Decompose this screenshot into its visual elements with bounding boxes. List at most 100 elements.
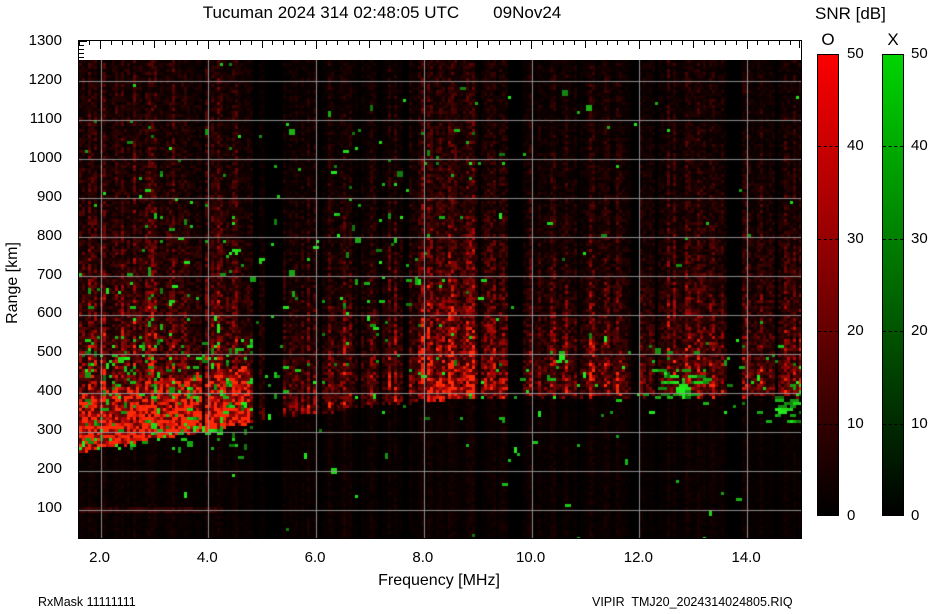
colorbar-tick-label: 10 xyxy=(847,414,864,432)
x-tick-label: 4.0 xyxy=(196,549,218,566)
x-axis-tick xyxy=(541,41,543,45)
colorbar-tick-label: 0 xyxy=(847,507,856,524)
colorbar-title: SNR [dB] xyxy=(815,4,886,23)
x-axis-tick xyxy=(347,41,349,45)
x-axis-tick xyxy=(617,41,619,45)
x-tick-label: 14.0 xyxy=(731,549,761,566)
plot-title: Tucuman 2024 314 02:48:05 UTC 09Nov24 xyxy=(0,3,764,23)
x-axis-tick xyxy=(369,41,371,48)
y-axis-tick xyxy=(79,48,84,50)
y-tick-label: 600 xyxy=(36,304,62,322)
x-axis-tick xyxy=(466,41,468,45)
y-tick-label: 1000 xyxy=(28,148,62,166)
x-axis-tick xyxy=(261,41,263,48)
colorbar-o-label: O xyxy=(821,30,835,49)
title-date: 09Nov24 xyxy=(493,3,562,22)
y-tick-label: 400 xyxy=(36,382,62,400)
colorbar-dash-tick xyxy=(883,331,903,333)
y-tick-label: 1100 xyxy=(29,109,62,127)
plot-frame xyxy=(78,40,802,539)
x-axis-tick xyxy=(681,41,683,45)
x-axis-tick xyxy=(671,41,673,45)
colorbar-dash-tick xyxy=(883,423,903,425)
x-axis-tick xyxy=(660,41,662,45)
x-axis-tick xyxy=(552,41,554,45)
y-tick-label: 1200 xyxy=(28,70,62,88)
x-axis-tick xyxy=(487,41,489,45)
y-tick-label: 300 xyxy=(36,421,62,439)
x-axis-tick xyxy=(563,41,565,45)
x-axis-tick xyxy=(423,41,425,49)
colorbar-tick-label: 40 xyxy=(911,137,928,155)
x-axis-tick xyxy=(649,41,651,45)
x-axis-tick xyxy=(401,41,403,45)
y-tick-label: 700 xyxy=(36,265,62,283)
x-tick-label: 12.0 xyxy=(623,549,653,566)
x-axis-tick xyxy=(391,41,392,45)
colorbar-dash-tick xyxy=(818,146,838,148)
y-tick-label: 100 xyxy=(36,499,62,516)
x-axis-tick xyxy=(380,41,382,45)
x-axis-tick xyxy=(197,41,199,45)
colorbar-dash-tick xyxy=(818,423,838,425)
x-axis-tick xyxy=(229,41,231,45)
x-axis-tick xyxy=(584,41,586,48)
x-axis-tick xyxy=(509,41,511,45)
x-axis-tick xyxy=(789,41,791,45)
x-axis-tick xyxy=(444,41,446,45)
x-axis-tick xyxy=(455,41,457,45)
x-axis-tick xyxy=(272,41,274,45)
x-axis-tick xyxy=(186,41,188,45)
y-axis-tick xyxy=(79,44,84,46)
y-tick-label: 200 xyxy=(36,460,62,478)
x-axis-tick xyxy=(714,41,716,45)
x-axis-tick xyxy=(89,41,91,45)
colorbar-dash-tick xyxy=(818,331,838,333)
x-axis-tick xyxy=(121,41,123,45)
x-axis-tick xyxy=(778,41,780,45)
x-axis-tick xyxy=(799,41,800,48)
x-tick-label: 2.0 xyxy=(89,549,110,566)
x-tick-label: 10.0 xyxy=(515,549,546,566)
x-axis-tick xyxy=(110,41,112,45)
x-axis-tick xyxy=(574,41,576,45)
y-tick-label: 900 xyxy=(36,187,62,205)
colorbar-tick-label: 40 xyxy=(847,137,864,155)
y-axis-tick xyxy=(79,52,84,54)
x-axis-tick xyxy=(164,41,166,45)
x-axis-tick xyxy=(326,41,328,45)
x-axis-tick xyxy=(520,41,522,45)
y-axis-tick xyxy=(79,41,87,42)
x-axis-label: Frequency [MHz] xyxy=(378,572,500,589)
x-axis-tick xyxy=(757,41,759,45)
x-axis-tick xyxy=(735,41,737,45)
y-axis-tick xyxy=(79,56,84,58)
x-axis-tick xyxy=(606,41,608,45)
x-axis-tick xyxy=(638,41,640,49)
colorbar-tick-label: 50 xyxy=(847,45,864,62)
y-tick-label: 500 xyxy=(36,343,62,361)
title-station-time: Tucuman 2024 314 02:48:05 UTC xyxy=(202,3,460,22)
x-tick-label: 8.0 xyxy=(412,549,434,566)
colorbar-dash-tick xyxy=(883,238,903,240)
ionogram-figure: Tucuman 2024 314 02:48:05 UTC 09Nov24 Ra… xyxy=(0,0,932,614)
colorbar-x-gradient xyxy=(882,54,904,516)
y-tick-label: 800 xyxy=(36,226,62,244)
y-tick-label: 1300 xyxy=(28,32,62,49)
x-axis-tick xyxy=(304,41,306,45)
rx-mask-text: RxMask 11111111 xyxy=(38,595,136,609)
colorbar-o-gradient xyxy=(817,54,839,516)
x-axis-tick xyxy=(294,41,296,45)
colorbar-dash-tick xyxy=(883,146,903,148)
x-axis-tick xyxy=(337,41,339,45)
x-axis-tick xyxy=(240,41,242,45)
x-axis-tick xyxy=(358,41,360,45)
x-axis-tick xyxy=(283,41,285,45)
x-axis-tick xyxy=(315,41,317,49)
x-tick-label: 6.0 xyxy=(304,549,326,566)
x-axis-tick xyxy=(703,41,705,45)
colorbar-tick-label: 30 xyxy=(911,229,928,247)
x-axis-tick xyxy=(207,41,209,49)
colorbar-tick-label: 10 xyxy=(911,414,928,432)
filename-text: VIPIR TMJ20_2024314024805.RIQ xyxy=(592,595,793,609)
